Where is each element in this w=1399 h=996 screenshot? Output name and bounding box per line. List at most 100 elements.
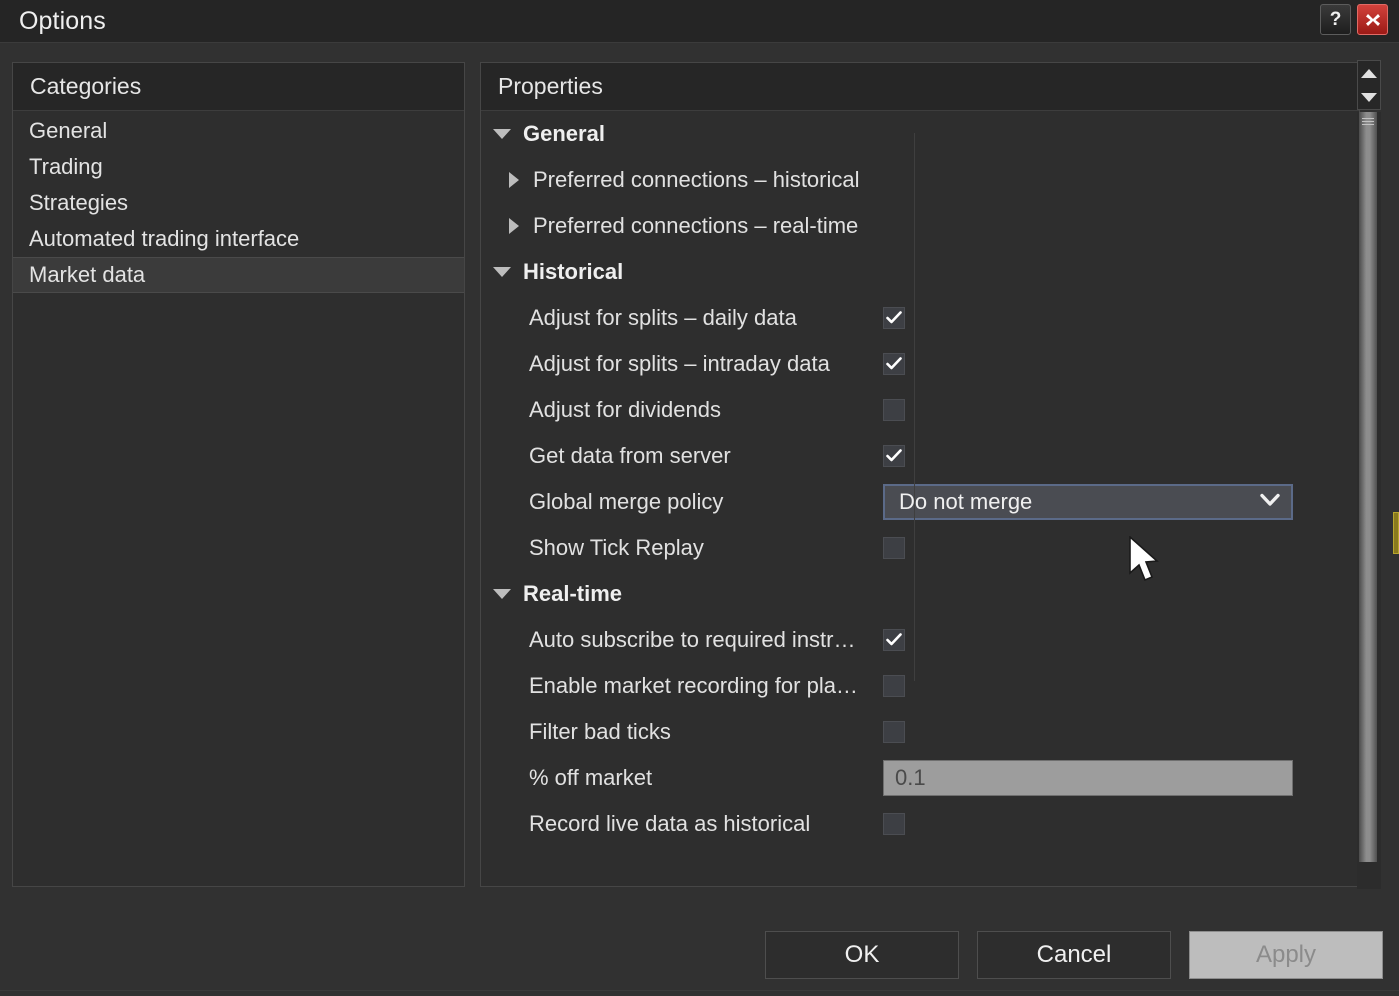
- property-row: Show Tick Replay: [481, 525, 1359, 571]
- property-value-cell: [866, 721, 1359, 743]
- dropdown-global-merge-policy[interactable]: Do not merge: [883, 484, 1293, 520]
- checkbox-filter-bad-ticks[interactable]: [883, 721, 905, 743]
- sidebar-item-trading[interactable]: Trading: [13, 149, 464, 185]
- title-bar: Options ?: [0, 0, 1399, 43]
- question-mark-icon: ?: [1329, 8, 1342, 30]
- property-value-cell: [866, 675, 1359, 697]
- property-row: % off market 0.1: [481, 755, 1359, 801]
- property-value-cell: [866, 307, 1359, 329]
- property-row: Record live data as historical: [481, 801, 1359, 847]
- chevron-right-icon[interactable]: [509, 218, 519, 234]
- property-label-adjust-for-splits-intraday-data: Adjust for splits – intraday data: [529, 351, 830, 376]
- help-button[interactable]: ?: [1320, 4, 1351, 35]
- properties-panel: Properties General Preferred connections …: [480, 62, 1360, 887]
- chevron-down-icon[interactable]: [1259, 492, 1281, 513]
- categories-panel: Categories General Trading Strategies Autom…: [12, 62, 465, 887]
- property-subgroup-preferred-connections-historical[interactable]: Preferred connections – historical: [481, 157, 1359, 203]
- property-value-cell: [866, 399, 1359, 421]
- chevron-right-icon[interactable]: [509, 172, 519, 188]
- checkbox-adjust-for-splits-intraday-data[interactable]: [883, 353, 905, 375]
- property-subgroup-label: Preferred connections – real-time: [533, 213, 859, 238]
- property-value-cell: Do not merge: [866, 484, 1359, 520]
- property-group-label: Historical: [523, 259, 624, 284]
- property-row: Filter bad ticks: [481, 709, 1359, 755]
- options-dialog: Options ? Categories General Trading Strat…: [0, 0, 1399, 996]
- checkmark-icon: [886, 311, 902, 324]
- sidebar-item-market-data[interactable]: Market data: [13, 257, 464, 293]
- sidebar-item-general[interactable]: General: [13, 113, 464, 149]
- checkbox-auto-subscribe-to-required-instr[interactable]: [883, 629, 905, 651]
- property-label-adjust-for-dividends: Adjust for dividends: [529, 397, 721, 422]
- property-label-filter-bad-ticks: Filter bad ticks: [529, 719, 671, 744]
- dialog-footer: OK Cancel Apply: [0, 888, 1399, 996]
- chevron-down-icon[interactable]: [493, 589, 511, 599]
- property-label-record-live-data-as-historical: Record live data as historical: [529, 811, 811, 836]
- scrollbar-track[interactable]: [1357, 112, 1381, 889]
- scrollbar-buttons: [1357, 60, 1381, 110]
- property-row: Adjust for dividends: [481, 387, 1359, 433]
- chevron-down-icon[interactable]: [493, 267, 511, 277]
- property-label-show-tick-replay: Show Tick Replay: [529, 535, 704, 560]
- sidebar-item-label: Trading: [29, 154, 103, 179]
- scroll-up-arrow-icon[interactable]: [1361, 68, 1377, 78]
- checkmark-icon: [886, 633, 902, 646]
- window-title: Options: [19, 7, 106, 35]
- scrollbar-thumb[interactable]: [1359, 112, 1377, 862]
- input-off-market[interactable]: 0.1: [883, 760, 1293, 796]
- sidebar-item-strategies[interactable]: Strategies: [13, 185, 464, 221]
- chevron-down-icon[interactable]: [493, 129, 511, 139]
- property-label-get-data-from-server: Get data from server: [529, 443, 731, 468]
- property-label-enable-market-recording-for-pla: Enable market recording for pla…: [529, 673, 858, 698]
- property-value-cell: [866, 353, 1359, 375]
- property-label-auto-subscribe-to-required-instr: Auto subscribe to required instr…: [529, 627, 856, 652]
- categories-list: General Trading Strategies Automated tradin…: [13, 111, 464, 293]
- checkbox-show-tick-replay[interactable]: [883, 537, 905, 559]
- close-button[interactable]: [1357, 4, 1388, 35]
- property-group-general[interactable]: General: [481, 111, 1359, 157]
- dropdown-selected-value: Do not merge: [899, 489, 1033, 514]
- property-row: Adjust for splits – intraday data: [481, 341, 1359, 387]
- sidebar-item-label: Strategies: [29, 190, 129, 215]
- property-group-label: General: [523, 121, 605, 146]
- property-row: Get data from server: [481, 433, 1359, 479]
- background-window-edge: [1393, 512, 1399, 554]
- property-subgroup-label: Preferred connections – historical: [533, 167, 860, 192]
- properties-body: General Preferred connections – historica…: [481, 111, 1359, 885]
- cancel-button[interactable]: Cancel: [977, 931, 1171, 979]
- checkbox-adjust-for-splits-daily-data[interactable]: [883, 307, 905, 329]
- sidebar-item-automated-trading-interface[interactable]: Automated trading interface: [13, 221, 464, 257]
- properties-list: General Preferred connections – historica…: [481, 111, 1359, 847]
- property-row: Enable market recording for pla…: [481, 663, 1359, 709]
- property-value-cell: [866, 629, 1359, 651]
- property-label-adjust-for-splits-daily-data: Adjust for splits – daily data: [529, 305, 797, 330]
- properties-header: Properties: [481, 63, 1359, 111]
- property-row: Global merge policy Do not merge: [481, 479, 1359, 525]
- property-label-global-merge-policy: Global merge policy: [529, 489, 724, 514]
- close-x-icon: [1365, 13, 1380, 26]
- window-bottom-edge: [0, 990, 1399, 991]
- ok-button[interactable]: OK: [765, 931, 959, 979]
- property-row: Auto subscribe to required instr…: [481, 617, 1359, 663]
- properties-scrollbar[interactable]: [1357, 60, 1381, 889]
- property-group-label: Real-time: [523, 581, 623, 606]
- property-label-off-market: % off market: [529, 765, 653, 790]
- property-row: Adjust for splits – daily data: [481, 295, 1359, 341]
- categories-header: Categories: [13, 63, 464, 111]
- property-subgroup-preferred-connections-real-time[interactable]: Preferred connections – real-time: [481, 203, 1359, 249]
- scrollbar-grip-icon: [1362, 118, 1374, 127]
- scroll-down-arrow-icon[interactable]: [1361, 92, 1377, 102]
- property-group-historical[interactable]: Historical: [481, 249, 1359, 295]
- checkbox-enable-market-recording-for-pla[interactable]: [883, 675, 905, 697]
- checkbox-get-data-from-server[interactable]: [883, 445, 905, 467]
- property-value-cell: [866, 537, 1359, 559]
- checkbox-record-live-data-as-historical[interactable]: [883, 813, 905, 835]
- property-group-real-time[interactable]: Real-time: [481, 571, 1359, 617]
- sidebar-item-label: Market data: [29, 262, 146, 287]
- column-divider: [914, 133, 915, 681]
- property-value-cell: 0.1: [866, 760, 1359, 796]
- sidebar-item-label: General: [29, 118, 108, 143]
- checkmark-icon: [886, 357, 902, 370]
- property-value-cell: [866, 445, 1359, 467]
- apply-button[interactable]: Apply: [1189, 931, 1383, 979]
- checkbox-adjust-for-dividends[interactable]: [883, 399, 905, 421]
